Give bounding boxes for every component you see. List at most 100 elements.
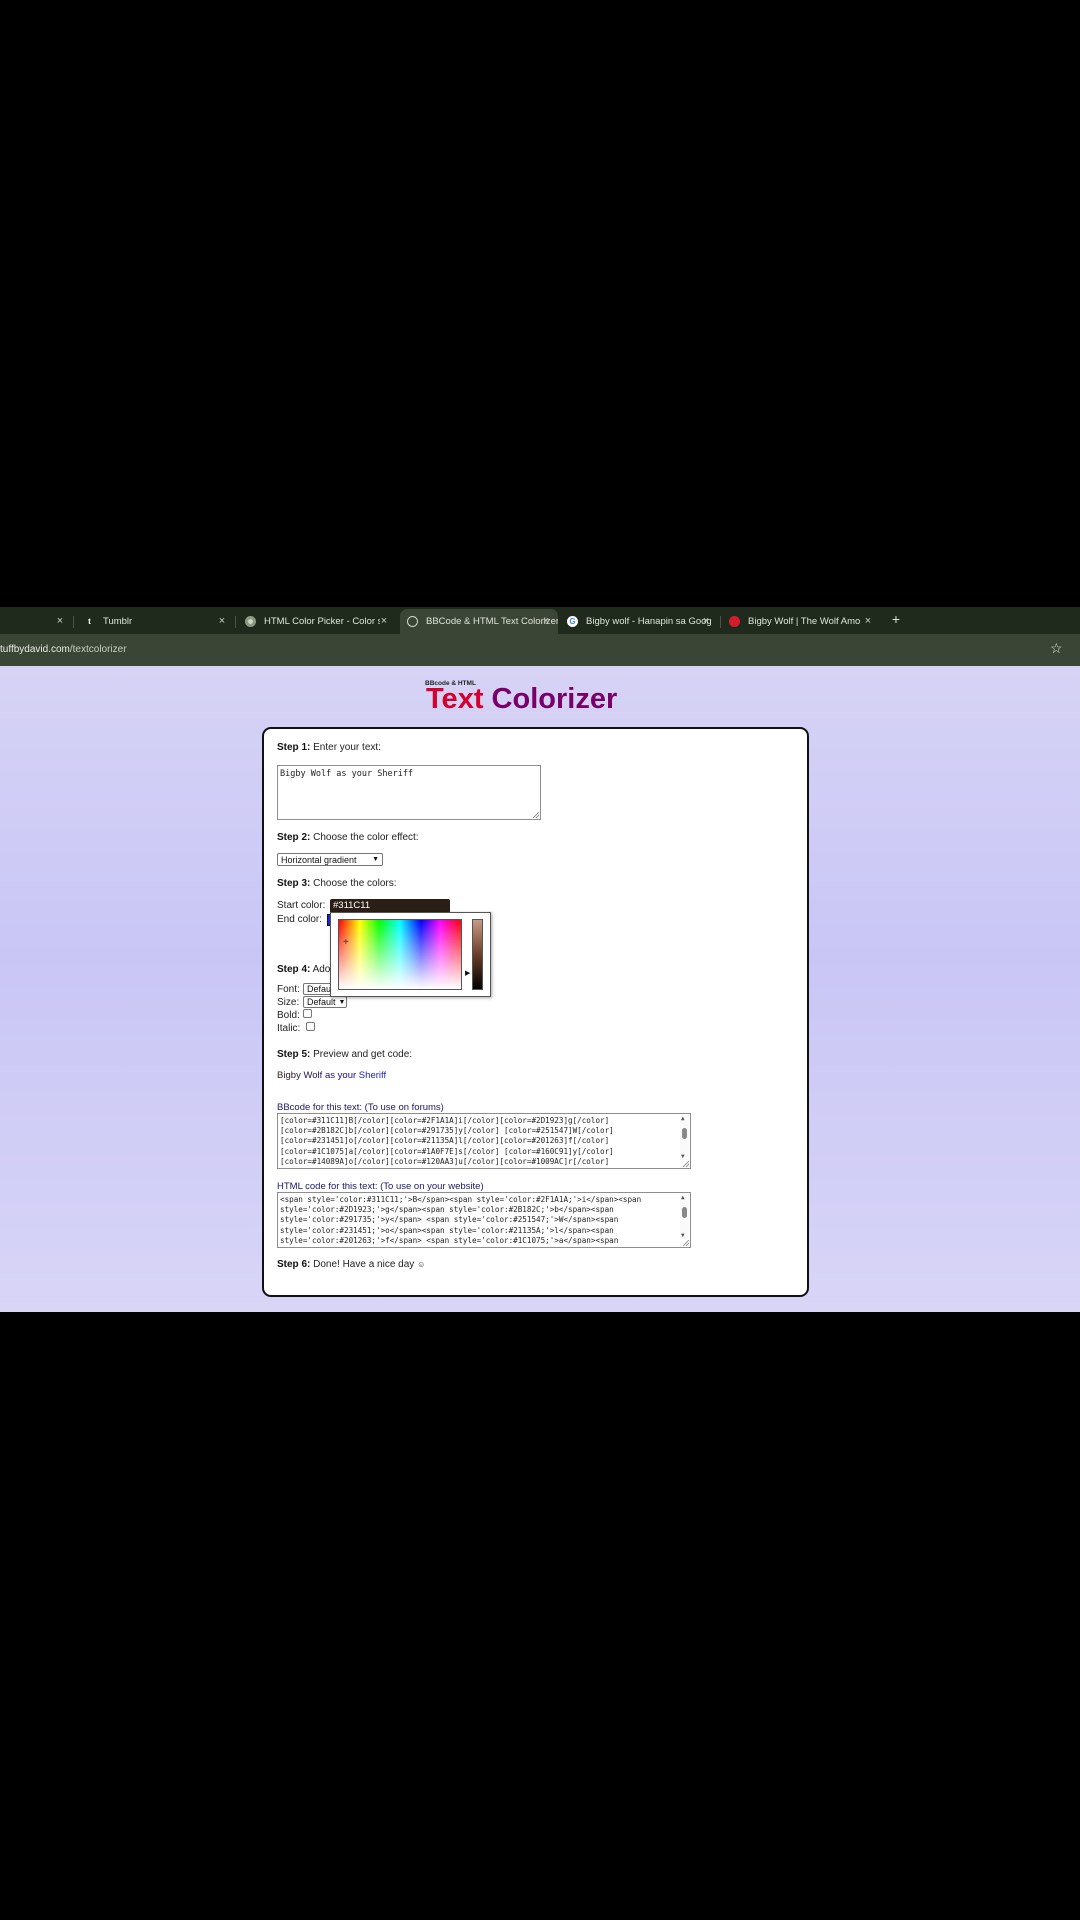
preview-char: f: [383, 1070, 387, 1081]
globe-icon: [407, 616, 418, 627]
close-icon[interactable]: ×: [378, 615, 390, 627]
slider-arrow-icon[interactable]: ▶: [465, 969, 470, 977]
tab-strip: × t Tumblr × HTML Color Picker - Color s…: [0, 607, 1080, 634]
step4-heading: Step 4: Ado: [277, 964, 330, 975]
resize-handle[interactable]: [683, 1240, 689, 1246]
preview-char: W: [303, 1070, 313, 1081]
step2-text: Choose the color effect:: [313, 832, 419, 843]
close-icon[interactable]: ×: [54, 615, 66, 627]
resize-handle[interactable]: [533, 812, 539, 818]
italic-checkbox[interactable]: [306, 1022, 315, 1031]
size-select-value: Default: [307, 997, 336, 1007]
google-icon: G: [567, 616, 578, 627]
text-input-value: Bigby Wolf as your Sheriff: [280, 769, 414, 779]
brightness-slider[interactable]: [472, 919, 483, 990]
tab-title: HTML Color Picker - Color selec: [264, 616, 380, 627]
url-host: tuffbydavid.com: [0, 644, 70, 655]
tab-partial[interactable]: ×: [0, 609, 66, 634]
start-color-value: #311C11: [333, 900, 371, 911]
scroll-down-icon[interactable]: ▼: [681, 1232, 685, 1239]
tab-google-search[interactable]: G Bigby wolf - Hanapin sa Google ×: [567, 609, 712, 634]
scroll-up-icon[interactable]: ▲: [681, 1194, 685, 1201]
color-picker-popup[interactable]: + ▶: [330, 912, 491, 997]
bold-checkbox[interactable]: [303, 1009, 312, 1018]
code-line: [color=#311C11]B[/color][color=#2F1A1A]i…: [280, 1116, 610, 1125]
step5-heading: Step 5: Preview and get code:: [277, 1049, 412, 1060]
scrollbar[interactable]: ▲ ▼: [680, 1194, 689, 1239]
font-select-value: Defau: [307, 984, 332, 994]
step4-label: Step 4:: [277, 964, 311, 975]
code-line: [color=#1C1075]a[/color][color=#1A0F7E]s…: [280, 1146, 614, 1156]
colorpicker-icon: [245, 616, 256, 627]
code-line: <span style='color:#311C11;'>B</span><sp…: [280, 1195, 642, 1204]
resize-handle[interactable]: [683, 1161, 689, 1167]
chevron-down-icon: ▼: [338, 998, 346, 1006]
bbcode-output[interactable]: [color=#311C11]B[/color][color=#2F1A1A]i…: [277, 1113, 691, 1169]
code-line: style='color:#291735;'>y</span> <span st…: [280, 1215, 619, 1225]
tumblr-icon: t: [88, 617, 91, 626]
new-tab-button[interactable]: +: [889, 611, 903, 627]
logo-word-colorizer: Colorizer: [491, 683, 618, 715]
bold-label: Bold:: [277, 1010, 300, 1021]
step3-heading: Step 3: Choose the colors:: [277, 878, 397, 889]
step2-heading: Step 2: Choose the color effect:: [277, 832, 419, 843]
chevron-down-icon: ▼: [372, 856, 379, 863]
html-code-output[interactable]: <span style='color:#311C11;'>B</span><sp…: [277, 1192, 691, 1248]
code-line: style='color:#201263;'>f</span> <span st…: [280, 1235, 619, 1245]
close-icon[interactable]: ×: [540, 615, 552, 627]
scroll-thumb[interactable]: [682, 1207, 687, 1218]
url-path: /textcolorizer: [69, 644, 127, 655]
text-input[interactable]: Bigby Wolf as your Sheriff: [277, 765, 541, 820]
size-select[interactable]: Default ▼: [303, 996, 347, 1008]
tab-text-colorizer[interactable]: BBCode & HTML Text Colorizer ×: [400, 609, 558, 634]
code-line: style='color:#231451;'>o</span><span sty…: [280, 1225, 614, 1235]
step1-text: Enter your text:: [313, 742, 381, 753]
logo: Text Colorizer: [426, 683, 617, 716]
code-line: style='color:#2D1923;'>g</span><span sty…: [280, 1205, 614, 1215]
tab-html-color-picker[interactable]: HTML Color Picker - Color selec ×: [245, 609, 390, 634]
effect-select-value: Horizontal gradient: [281, 854, 357, 865]
step2-label: Step 2:: [277, 832, 311, 843]
step5-label: Step 5:: [277, 1049, 311, 1060]
step1-label: Step 1:: [277, 742, 311, 753]
page-content: BBcode & HTML Text Colorizer Step 1: Ent…: [0, 666, 1080, 1312]
logo-word-text: Text: [426, 683, 484, 715]
step3-text: Choose the colors:: [313, 878, 397, 889]
scroll-up-icon[interactable]: ▲: [681, 1115, 685, 1122]
effect-select[interactable]: Horizontal gradient ▼: [277, 853, 383, 866]
tab-separator: [720, 616, 721, 628]
tab-title: Bigby Wolf | The Wolf Among U: [748, 616, 860, 627]
italic-label: Italic:: [277, 1023, 301, 1034]
start-color-label: Start color:: [277, 900, 326, 911]
scrollbar[interactable]: ▲ ▼: [680, 1115, 689, 1160]
bbcode-label: BBcode for this text: (To use on forums): [277, 1102, 444, 1113]
scroll-thumb[interactable]: [682, 1128, 687, 1139]
close-icon[interactable]: ×: [862, 615, 874, 627]
html-code-label: HTML code for this text: (To use on your…: [277, 1181, 484, 1192]
saturation-value-area[interactable]: [338, 919, 462, 990]
bbcode-lines: [color=#311C11]B[/color][color=#2F1A1A]i…: [280, 1116, 688, 1167]
step4-text: Ado: [312, 964, 331, 975]
address-bar[interactable]: tuffbydavid.com/textcolorizer ☆: [0, 634, 1080, 666]
size-label: Size:: [277, 997, 300, 1008]
picker-crosshair[interactable]: +: [343, 938, 349, 948]
bookmark-star-icon[interactable]: ☆: [1050, 640, 1063, 657]
tab-fandom[interactable]: Bigby Wolf | The Wolf Among U ×: [729, 609, 874, 634]
code-line: [color=#2B182C]b[/color][color=#291735]y…: [280, 1126, 614, 1136]
tab-separator: [73, 616, 74, 628]
fandom-icon: [729, 616, 740, 627]
close-icon[interactable]: ×: [216, 615, 228, 627]
tab-title: Bigby wolf - Hanapin sa Google: [586, 616, 712, 627]
step6-label: Step 6:: [277, 1259, 311, 1270]
step3-label: Step 3:: [277, 878, 311, 889]
tab-separator: [235, 616, 236, 628]
code-line: [color=#14089A]o[/color][color=#120AA3]u…: [280, 1156, 610, 1166]
url-text[interactable]: tuffbydavid.com/textcolorizer: [0, 644, 127, 655]
code-line: [color=#231451]o[/color][color=#21135A]l…: [280, 1136, 610, 1146]
start-color-input[interactable]: #311C11: [330, 899, 450, 912]
close-icon[interactable]: ×: [700, 615, 712, 627]
smiley-icon: ☺: [417, 1260, 426, 1269]
tab-tumblr[interactable]: t Tumblr ×: [84, 609, 228, 634]
font-label: Font:: [277, 984, 300, 995]
scroll-down-icon[interactable]: ▼: [681, 1153, 685, 1160]
